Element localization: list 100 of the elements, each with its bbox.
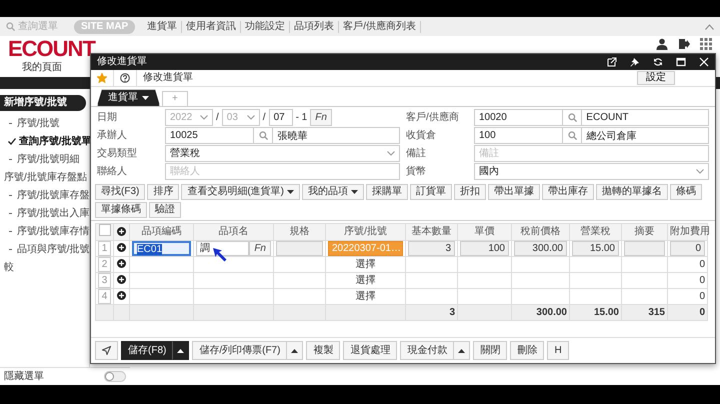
select-field[interactable]: 營業稅 bbox=[165, 145, 400, 162]
add-row-icon[interactable] bbox=[117, 243, 126, 252]
pin-icon[interactable] bbox=[630, 57, 640, 67]
action-button[interactable]: 複製 bbox=[306, 341, 340, 360]
search-icon[interactable] bbox=[258, 131, 268, 140]
input-field[interactable]: 3 bbox=[408, 241, 455, 256]
toolbar-button[interactable]: 採購單 bbox=[366, 184, 408, 200]
column-header: 品項名 bbox=[194, 224, 274, 240]
input-field[interactable]: 0 bbox=[670, 241, 705, 256]
sidebar-heading[interactable]: 新增序號/批號 bbox=[0, 95, 86, 111]
nav-link[interactable]: 品項列表 bbox=[290, 20, 340, 32]
input-field[interactable]: 100 bbox=[460, 241, 509, 256]
total-cell: 15.00 bbox=[594, 306, 619, 318]
logout-icon[interactable] bbox=[678, 38, 690, 50]
input-field[interactable]: 張曉華 bbox=[272, 127, 400, 144]
tab[interactable]: 進貨單 bbox=[97, 89, 160, 106]
input-field[interactable]: 100 bbox=[474, 127, 564, 144]
fn-button[interactable]: Fn bbox=[249, 241, 271, 256]
action-button[interactable]: 退貨處理 bbox=[343, 341, 398, 360]
action-button[interactable]: 儲存/列印傳票(F7) bbox=[192, 341, 286, 360]
chevron-up-icon[interactable] bbox=[705, 24, 714, 30]
toolbar-button[interactable]: 折扣 bbox=[454, 184, 486, 200]
hide-menu-label: 隱藏選單 bbox=[4, 370, 44, 382]
add-row-icon[interactable] bbox=[117, 291, 126, 300]
table-cell: 0 bbox=[699, 274, 705, 286]
input-field[interactable]: 備註 bbox=[474, 145, 709, 162]
search-icon[interactable] bbox=[568, 131, 577, 140]
toolbar-button[interactable]: 驗證 bbox=[149, 202, 181, 218]
logo[interactable]: ECOUNT bbox=[8, 36, 95, 62]
select-all-checkbox[interactable] bbox=[98, 224, 110, 236]
sidebar-item[interactable]: 查詢序號/批號單 bbox=[0, 133, 89, 151]
sidebar-item-text: 較 bbox=[3, 261, 15, 275]
toolbar-button[interactable]: 訂貨單 bbox=[410, 184, 452, 200]
add-row-icon[interactable] bbox=[117, 226, 126, 236]
dash-icon bbox=[8, 194, 14, 197]
nav-link[interactable]: 客戶/供應商列表 bbox=[339, 20, 422, 32]
settings-button[interactable]: 設定 bbox=[637, 71, 675, 85]
input-field[interactable]: 聯絡人 bbox=[165, 163, 400, 180]
input-field[interactable]: ECOUNT bbox=[581, 109, 709, 126]
column-header: 基本數量 bbox=[406, 224, 458, 240]
sidebar-item[interactable]: 序號/批號明細 bbox=[0, 151, 89, 169]
input-field[interactable]: EC01 bbox=[132, 241, 191, 256]
chevron-down-icon bbox=[246, 115, 255, 120]
toolbar-button[interactable]: 我的品項 bbox=[302, 184, 364, 200]
input-field[interactable]: 300.00 bbox=[514, 241, 567, 256]
sidebar-item[interactable]: 序號/批號 bbox=[0, 115, 89, 133]
nav-link[interactable]: 功能設定 bbox=[241, 20, 290, 32]
action-button[interactable]: 刪除 bbox=[510, 341, 544, 360]
sidebar-item[interactable]: 序號/批號庫存情 bbox=[0, 223, 89, 241]
add-row-icon[interactable] bbox=[117, 275, 126, 284]
chevron-down-icon bbox=[696, 169, 704, 174]
help-icon[interactable] bbox=[120, 73, 130, 83]
input-field[interactable]: 調 bbox=[196, 241, 250, 256]
field-label: 承辦人 bbox=[97, 130, 128, 142]
toolbar-button[interactable]: 拋轉的單據名 bbox=[596, 184, 668, 200]
toolbar-button[interactable]: 單據條碼 bbox=[95, 202, 147, 218]
action-button[interactable]: H bbox=[547, 341, 569, 360]
sidebar-item[interactable]: 序號/批號庫存盤點 bbox=[0, 169, 89, 187]
action-button[interactable]: 關閉 bbox=[473, 341, 508, 360]
sidebar-item[interactable]: 序號/批號庫存盤 bbox=[0, 187, 89, 205]
toolbar-button[interactable]: 帶出單據 bbox=[488, 184, 540, 200]
field-label: 客戶/供應商 bbox=[406, 112, 460, 124]
input-field[interactable]: 總公司倉庫 bbox=[581, 127, 709, 144]
action-button[interactable]: 儲存(F8) bbox=[121, 341, 172, 360]
toolbar-button[interactable]: 帶出庫存 bbox=[542, 184, 594, 200]
input-field[interactable]: 10025 bbox=[165, 127, 254, 144]
dash-icon bbox=[8, 158, 14, 161]
action-button[interactable]: 現金付款 bbox=[400, 341, 454, 360]
search-icon[interactable] bbox=[568, 113, 577, 122]
fn-button[interactable]: Fn bbox=[310, 109, 332, 126]
caret-icon bbox=[291, 348, 298, 352]
input-field[interactable] bbox=[624, 241, 665, 256]
toolbar-button[interactable]: 查看交易明細(進貨單) bbox=[181, 184, 300, 200]
grid-icon[interactable] bbox=[700, 38, 712, 50]
refresh-icon[interactable] bbox=[653, 57, 663, 67]
input-field[interactable] bbox=[276, 241, 323, 256]
user-icon[interactable] bbox=[656, 38, 668, 50]
select-field[interactable]: 國內 bbox=[474, 163, 709, 180]
add-row-icon[interactable] bbox=[117, 259, 126, 268]
nav-link[interactable]: 進貨單 bbox=[143, 20, 182, 32]
send-button[interactable] bbox=[95, 341, 118, 360]
maximize-icon[interactable] bbox=[676, 57, 686, 67]
close-icon[interactable] bbox=[699, 57, 709, 67]
external-link-icon[interactable] bbox=[607, 57, 617, 67]
star-icon[interactable] bbox=[97, 73, 107, 83]
input-field[interactable]: 15.00 bbox=[572, 241, 619, 256]
check-icon bbox=[8, 138, 16, 145]
nav-link[interactable]: 使用者資訊 bbox=[182, 20, 242, 32]
row-number: 1 bbox=[98, 241, 111, 256]
sidebar-item[interactable]: 序號/批號出入庫 bbox=[0, 205, 89, 223]
toolbar-button[interactable]: 條碼 bbox=[670, 184, 702, 200]
column-header: 附加費用 bbox=[668, 224, 708, 240]
input-field[interactable]: 10020 bbox=[474, 109, 564, 126]
toolbar-button[interactable]: 尋找(F3) bbox=[95, 184, 146, 200]
dropdown-button[interactable] bbox=[172, 341, 190, 360]
toggle-switch[interactable] bbox=[104, 371, 126, 382]
toolbar-button[interactable]: 排序 bbox=[147, 184, 180, 200]
input-field[interactable]: 07 bbox=[268, 109, 293, 126]
sidebar-item[interactable]: 品項與序號/批號 bbox=[0, 241, 89, 259]
my-page-link[interactable]: 我的頁面 bbox=[22, 62, 62, 77]
